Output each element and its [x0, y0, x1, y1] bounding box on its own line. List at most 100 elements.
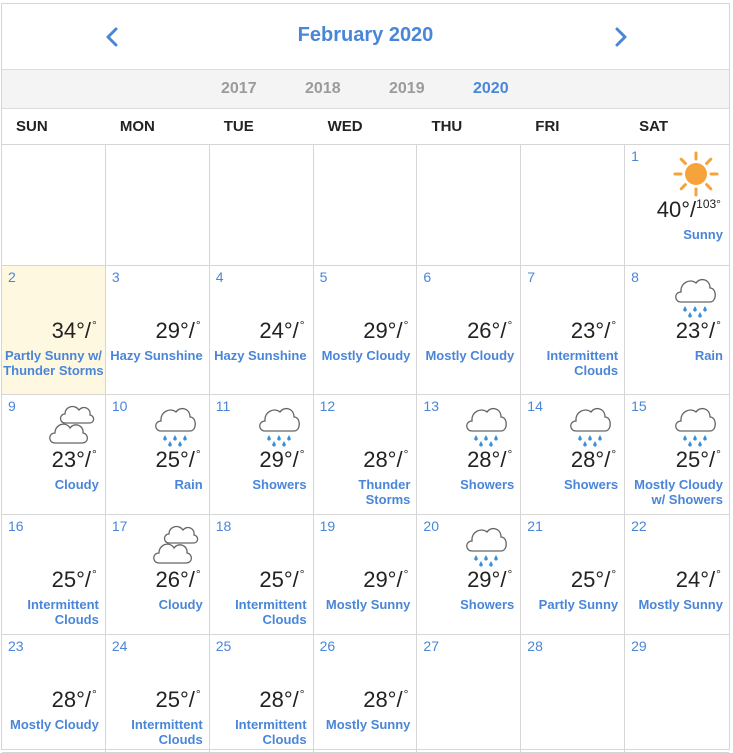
- day-number: 14: [527, 398, 543, 414]
- temp-high: 29°: [259, 447, 293, 472]
- day-number: 4: [215, 269, 224, 285]
- day-number: 7: [527, 269, 536, 285]
- day-cell[interactable]: 10 25°/° Rain: [105, 395, 210, 515]
- next-month-button[interactable]: [606, 22, 636, 52]
- weekday-wed: WED: [327, 118, 363, 135]
- weather-condition: Mostly Cloudy: [321, 348, 411, 363]
- day-cell[interactable]: 11 29°/° Showers: [209, 395, 314, 515]
- temp-low-placeholder: °: [195, 447, 201, 461]
- empty-day-cell[interactable]: [521, 145, 626, 266]
- day-cell[interactable]: 18 25°/° Intermittent Clouds: [209, 515, 314, 635]
- temp-low-placeholder: °: [507, 447, 513, 461]
- weather-condition: Hazy Sunshine: [214, 348, 307, 363]
- temp-low-placeholder: °: [92, 687, 97, 701]
- weather-calendar: February 2020 2017 2018 2019 2020 SUN MO…: [1, 3, 730, 753]
- weekday-fri: FRI: [535, 118, 560, 135]
- weather-condition: Intermittent Clouds: [27, 597, 99, 627]
- weekday-thu: THU: [431, 118, 463, 135]
- weather-condition: Showers: [460, 597, 515, 612]
- empty-day-cell[interactable]: [105, 145, 210, 266]
- day-cell[interactable]: 6 26°/° Mostly Cloudy: [417, 266, 522, 395]
- temp-high: 28°: [467, 447, 501, 472]
- weather-condition: Rain: [174, 477, 203, 492]
- temperature: 26°/°: [467, 318, 513, 343]
- day-cell[interactable]: 17 26°/° Cloudy: [105, 515, 210, 635]
- day-cell[interactable]: 15 25°/° Mostly Cloudy w/ Showers: [625, 395, 729, 515]
- day-cell[interactable]: 27: [417, 635, 522, 753]
- day-cell[interactable]: 16 25°/° Intermittent Clouds: [2, 515, 106, 635]
- temp-low-placeholder: °: [403, 567, 409, 581]
- rain-icon: [671, 272, 719, 323]
- day-number: 21: [527, 518, 543, 534]
- day-cell[interactable]: 13 28°/° Showers: [417, 395, 522, 515]
- day-cell[interactable]: 4 24°/° Hazy Sunshine: [209, 266, 314, 395]
- chevron-right-icon: [615, 27, 627, 47]
- day-cell[interactable]: 14 28°/° Showers: [521, 395, 626, 515]
- empty-day-cell[interactable]: [313, 145, 418, 266]
- calendar-header: February 2020: [2, 4, 729, 69]
- empty-day-cell[interactable]: [417, 145, 522, 266]
- temp-high: 26°: [155, 567, 189, 592]
- temp-high: 25°: [259, 567, 293, 592]
- day-cell[interactable]: 5 29°/° Mostly Cloudy: [313, 266, 418, 395]
- day-number: 16: [8, 518, 24, 534]
- day-cell[interactable]: 19 29°/° Mostly Sunny: [313, 515, 418, 635]
- day-cell[interactable]: 8 23°/° Rain: [625, 266, 729, 395]
- weather-condition: Cloudy: [158, 597, 203, 612]
- day-cell[interactable]: 25 28°/° Intermittent Clouds: [209, 635, 314, 753]
- weather-condition: Mostly Cloudy: [425, 348, 515, 363]
- temp-low-placeholder: °: [195, 687, 201, 701]
- day-cell[interactable]: 23 28°/° Mostly Cloudy: [2, 635, 106, 753]
- day-cell[interactable]: 26 28°/° Mostly Sunny: [313, 635, 418, 753]
- weather-condition: Mostly Sunny: [325, 717, 411, 732]
- weather-condition: Showers: [460, 477, 515, 492]
- temperature: 28°/°: [467, 447, 513, 472]
- day-cell[interactable]: 1 40°/103° Sunny: [625, 145, 729, 266]
- day-cell[interactable]: 7 23°/° Intermittent Clouds: [521, 266, 626, 395]
- temp-low-placeholder: °: [92, 318, 97, 332]
- day-cell[interactable]: 29: [625, 635, 729, 753]
- temp-high: 25°: [570, 567, 605, 592]
- weather-condition: Cloudy: [54, 477, 99, 492]
- temperature: 23°/°: [51, 447, 97, 472]
- temp-high: 25°: [155, 687, 189, 712]
- day-number: 9: [8, 398, 16, 414]
- temperature: 25°/°: [155, 687, 201, 712]
- day-number: 27: [423, 638, 439, 654]
- temp-low: 103°: [696, 197, 721, 211]
- day-number: 28: [527, 638, 543, 654]
- day-cell[interactable]: 3 29°/° Hazy Sunshine: [105, 266, 210, 395]
- temp-low-placeholder: °: [403, 447, 409, 461]
- calendar-grid: 1 40°/103° Sunny 2 34°/° Partly Sunny w/ Thun…: [2, 145, 729, 753]
- temp-high: 28°: [363, 447, 397, 472]
- weather-condition: Intermittent Clouds: [235, 597, 307, 627]
- day-number: 18: [215, 518, 232, 534]
- year-2018[interactable]: 2018: [305, 80, 341, 98]
- weather-condition: Mostly Sunny: [638, 597, 723, 612]
- temp-low-placeholder: °: [716, 318, 721, 332]
- temp-low-placeholder: °: [195, 567, 201, 581]
- cloudy-icon: [47, 401, 95, 452]
- temp-high: 26°: [467, 318, 501, 343]
- day-cell[interactable]: 24 25°/° Intermittent Clouds: [105, 635, 210, 753]
- year-2020[interactable]: 2020: [473, 80, 509, 98]
- day-cell[interactable]: 9 23°/° Cloudy: [2, 395, 106, 515]
- day-cell[interactable]: 21 25°/° Partly Sunny: [521, 515, 626, 635]
- empty-day-cell[interactable]: [2, 145, 106, 266]
- empty-day-cell[interactable]: [209, 145, 314, 266]
- temp-low-placeholder: °: [403, 687, 409, 701]
- day-cell[interactable]: 22 24°/° Mostly Sunny: [625, 515, 729, 635]
- day-cell[interactable]: 20 29°/° Showers: [417, 515, 522, 635]
- year-2019[interactable]: 2019: [389, 80, 425, 98]
- day-cell[interactable]: 12 28°/° Thunder Storms: [313, 395, 418, 515]
- year-2017[interactable]: 2017: [221, 80, 257, 98]
- temperature: 28°/°: [570, 447, 617, 472]
- day-number: 22: [631, 518, 647, 534]
- day-cell[interactable]: 2 34°/° Partly Sunny w/ Thunder Storms: [2, 266, 106, 395]
- year-selector: 2017 2018 2019 2020: [2, 69, 729, 109]
- temperature: 34°/°: [51, 318, 97, 343]
- day-cell[interactable]: 28: [521, 635, 626, 753]
- temp-high: 40°: [656, 197, 691, 222]
- temp-high: 25°: [155, 447, 189, 472]
- temp-low-placeholder: °: [299, 567, 305, 581]
